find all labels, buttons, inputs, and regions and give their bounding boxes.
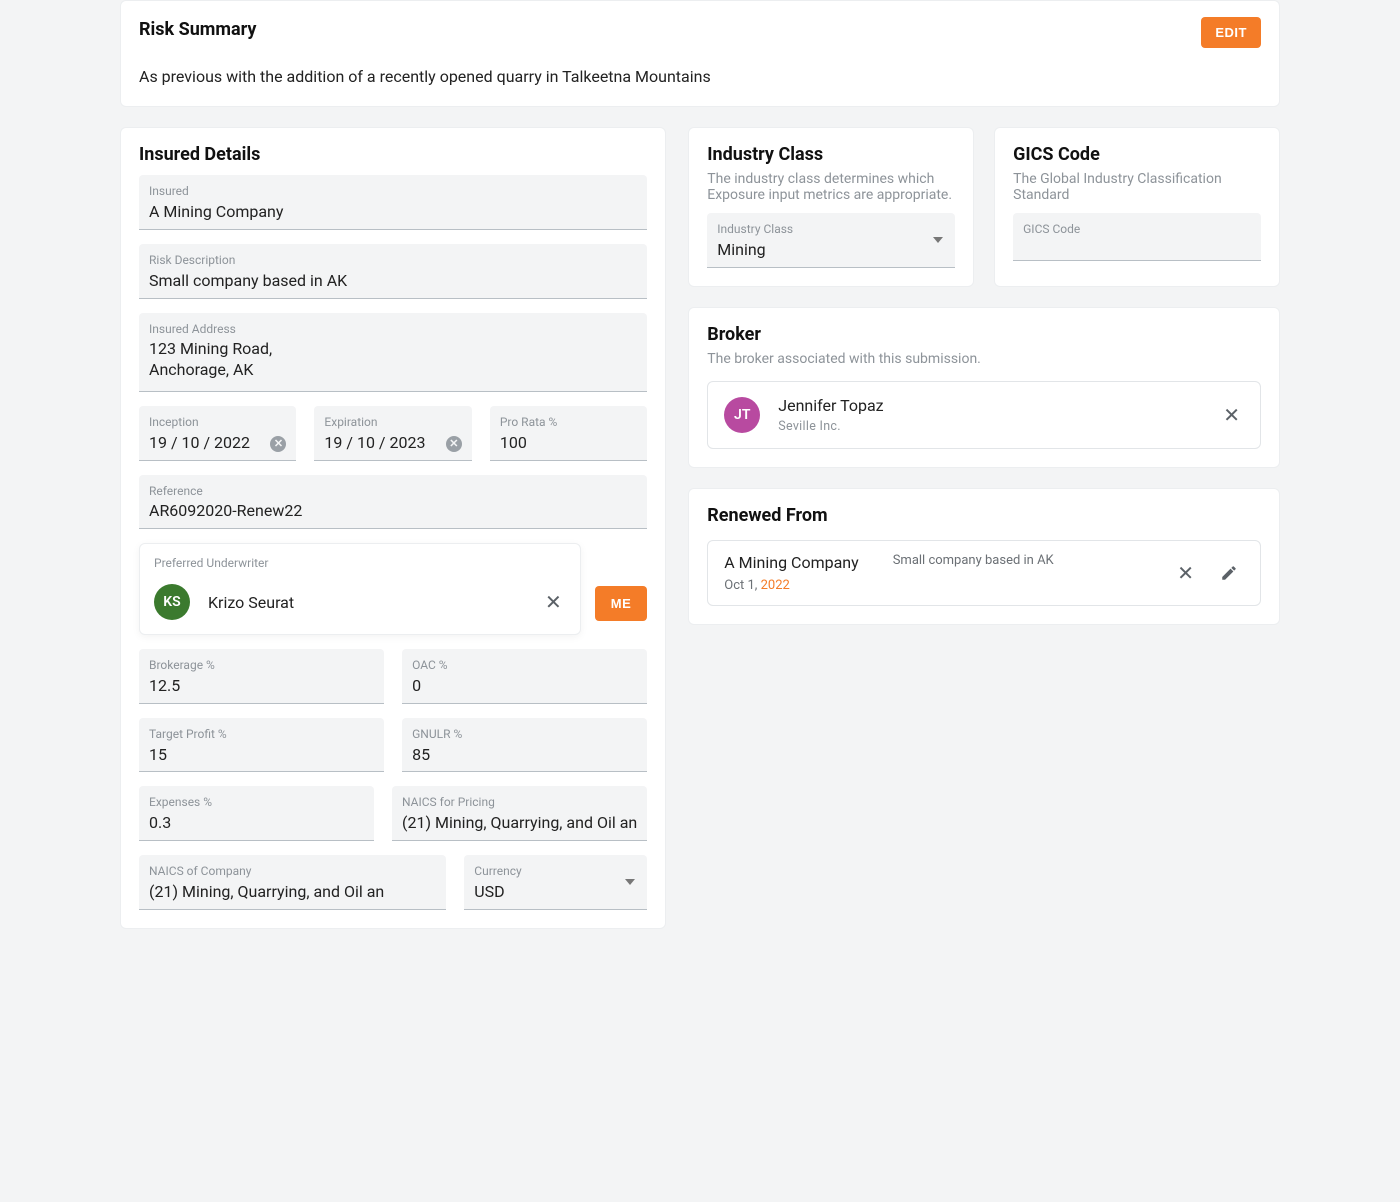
field-label: Reference <box>149 483 637 500</box>
renewed-company: A Mining Company <box>724 553 858 572</box>
field-value: 19 / 10 / 2022 <box>149 433 286 454</box>
clear-icon[interactable]: ✕ <box>446 436 462 452</box>
field-value: Mining <box>717 240 945 261</box>
naics-pricing-field[interactable]: NAICS for Pricing (21) Mining, Quarrying… <box>392 786 647 841</box>
field-label: Inception <box>149 414 286 431</box>
field-value: 15 <box>149 745 374 766</box>
risk-summary-title: Risk Summary <box>139 19 256 40</box>
renewed-date: Oct 1, 2022 <box>724 578 858 593</box>
field-value: (21) Mining, Quarrying, and Oil an <box>402 813 637 834</box>
risk-description-field[interactable]: Risk Description Small company based in … <box>139 244 647 299</box>
chevron-down-icon <box>625 879 635 885</box>
field-label: Expenses % <box>149 794 364 811</box>
gics-title: GICS Code <box>1013 144 1261 165</box>
field-label: Risk Description <box>149 252 637 269</box>
industry-class-select[interactable]: Industry Class Mining <box>707 213 955 268</box>
insured-details-card: Insured Details Insured A Mining Company… <box>120 127 666 928</box>
edit-button[interactable]: EDIT <box>1201 17 1261 48</box>
broker-avatar: JT <box>724 397 760 433</box>
field-value: 19 / 10 / 2023 <box>324 433 461 454</box>
field-label: Pro Rata % <box>500 414 637 431</box>
renewed-date-year: 2022 <box>761 578 790 593</box>
clear-icon[interactable]: ✕ <box>270 436 286 452</box>
broker-name: Jennifer Topaz <box>778 396 1201 415</box>
field-value: 123 Mining Road, Anchorage, AK <box>149 339 637 381</box>
broker-org: Seville Inc. <box>778 419 1201 434</box>
field-label: Industry Class <box>717 221 945 238</box>
gics-code-field[interactable]: GICS Code <box>1013 213 1261 261</box>
industry-class-card: Industry Class The industry class determ… <box>688 127 974 287</box>
broker-subtitle: The broker associated with this submissi… <box>707 351 1261 367</box>
close-icon[interactable]: ✕ <box>1171 557 1200 589</box>
preferred-underwriter-card: Preferred Underwriter KS Krizo Seurat ✕ <box>139 543 581 635</box>
renewed-item: A Mining Company Oct 1, 2022 Small compa… <box>707 540 1261 606</box>
gnulr-field[interactable]: GNULR % 85 <box>402 718 647 773</box>
me-button[interactable]: ME <box>595 586 648 621</box>
field-label: OAC % <box>412 657 637 674</box>
field-value: AR6092020-Renew22 <box>149 501 637 522</box>
field-label: GICS Code <box>1023 221 1251 238</box>
broker-card: Broker The broker associated with this s… <box>688 307 1280 468</box>
expiration-field[interactable]: Expiration 19 / 10 / 2023 ✕ <box>314 406 471 461</box>
brokerage-field[interactable]: Brokerage % 12.5 <box>139 649 384 704</box>
field-label: NAICS of Company <box>149 863 436 880</box>
insured-details-title: Insured Details <box>139 144 647 165</box>
field-label: Currency <box>474 863 637 880</box>
oac-field[interactable]: OAC % 0 <box>402 649 647 704</box>
gics-subtitle: The Global Industry Classification Stand… <box>1013 171 1261 203</box>
gics-card: GICS Code The Global Industry Classifica… <box>994 127 1280 287</box>
field-label: Target Profit % <box>149 726 374 743</box>
field-label: Insured <box>149 183 637 200</box>
risk-summary-body: As previous with the addition of a recen… <box>139 66 1261 88</box>
target-profit-field[interactable]: Target Profit % 15 <box>139 718 384 773</box>
underwriter-name: Krizo Seurat <box>208 593 523 612</box>
underwriter-avatar: KS <box>154 584 190 620</box>
field-label: Brokerage % <box>149 657 374 674</box>
field-label: NAICS for Pricing <box>402 794 637 811</box>
inception-field[interactable]: Inception 19 / 10 / 2022 ✕ <box>139 406 296 461</box>
chevron-down-icon <box>933 237 943 243</box>
field-value: Small company based in AK <box>149 271 637 292</box>
broker-item: JT Jennifer Topaz Seville Inc. ✕ <box>707 381 1261 449</box>
edit-icon[interactable] <box>1214 560 1244 586</box>
renewed-from-title: Renewed From <box>707 505 1261 526</box>
field-label: Expiration <box>324 414 461 431</box>
insured-address-field[interactable]: Insured Address 123 Mining Road, Anchora… <box>139 313 647 392</box>
field-value: 0.3 <box>149 813 364 834</box>
risk-summary-card: Risk Summary EDIT As previous with the a… <box>120 0 1280 107</box>
broker-title: Broker <box>707 324 1261 345</box>
field-value: USD <box>474 882 637 903</box>
close-icon[interactable]: ✕ <box>541 588 566 616</box>
close-icon[interactable]: ✕ <box>1219 401 1244 429</box>
industry-class-subtitle: The industry class determines which Expo… <box>707 171 955 203</box>
field-label: Insured Address <box>149 321 637 338</box>
expenses-field[interactable]: Expenses % 0.3 <box>139 786 374 841</box>
reference-field[interactable]: Reference AR6092020-Renew22 <box>139 475 647 530</box>
renewed-desc: Small company based in AK <box>873 553 1158 568</box>
naics-company-field[interactable]: NAICS of Company (21) Mining, Quarrying,… <box>139 855 446 910</box>
field-value: A Mining Company <box>149 202 637 223</box>
renewed-from-card: Renewed From A Mining Company Oct 1, 202… <box>688 488 1280 625</box>
field-value: (21) Mining, Quarrying, and Oil an <box>149 882 436 903</box>
industry-class-title: Industry Class <box>707 144 955 165</box>
field-value: 100 <box>500 433 637 454</box>
field-value: 85 <box>412 745 637 766</box>
field-value: 0 <box>412 676 637 697</box>
insured-field[interactable]: Insured A Mining Company <box>139 175 647 230</box>
currency-select[interactable]: Currency USD <box>464 855 647 910</box>
field-value: 12.5 <box>149 676 374 697</box>
field-label: GNULR % <box>412 726 637 743</box>
renewed-date-prefix: Oct 1, <box>724 578 760 593</box>
prorata-field[interactable]: Pro Rata % 100 <box>490 406 647 461</box>
field-label: Preferred Underwriter <box>154 556 566 570</box>
